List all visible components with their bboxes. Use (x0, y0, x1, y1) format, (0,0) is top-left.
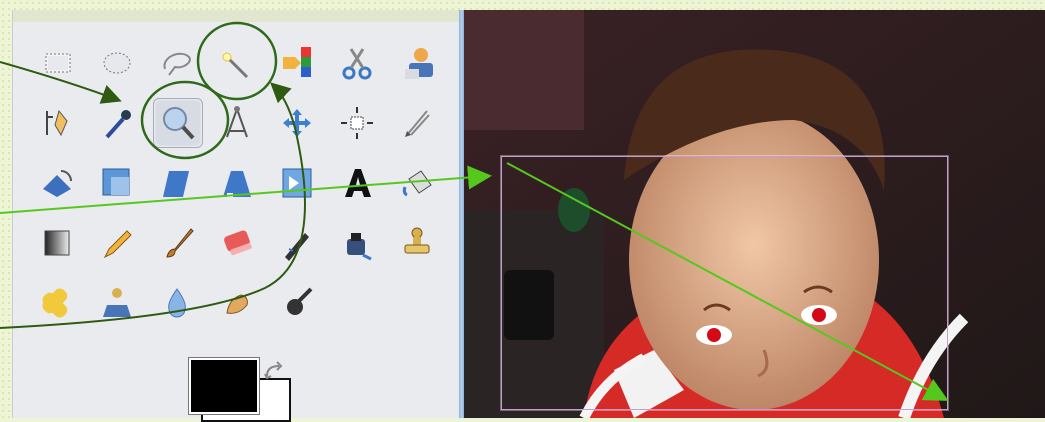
arrow-diagonal-selection (506, 162, 949, 401)
arrow-to-fuzzy-select (0, 82, 306, 329)
arrow-to-selection (0, 165, 492, 214)
arrow-to-color-picker (0, 61, 122, 104)
highlight-zoom (140, 80, 230, 160)
annotation-overlay (0, 21, 949, 401)
